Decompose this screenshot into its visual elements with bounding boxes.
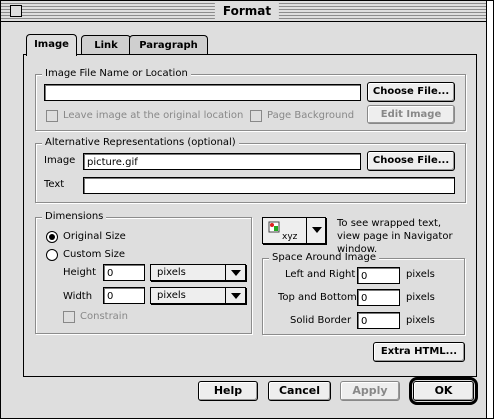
edit-image-button[interactable]: Edit Image (367, 105, 455, 124)
wrap-icon-text: xyz (282, 232, 298, 241)
alt-image-input[interactable]: picture.gif (83, 153, 361, 170)
page-background-label: Page Background (267, 110, 355, 121)
help-button[interactable]: Help (198, 381, 258, 401)
ok-button[interactable]: OK (413, 381, 474, 401)
choose-alt-image-button[interactable]: Choose File... (367, 151, 455, 171)
alt-text-input[interactable] (83, 177, 455, 194)
original-size-radio[interactable] (46, 231, 58, 243)
left-right-unit: pixels (406, 269, 435, 280)
dimensions-group-label: Dimensions (42, 211, 107, 223)
tab-paragraph[interactable]: Paragraph (129, 35, 208, 55)
width-unit-value: pixels (157, 290, 186, 301)
original-size-label: Original Size (63, 231, 126, 242)
chevron-down-icon (225, 288, 245, 303)
leave-image-checkbox[interactable] (46, 110, 58, 122)
height-input[interactable]: 0 (103, 264, 145, 281)
width-input[interactable]: 0 (103, 287, 145, 304)
height-unit-value: pixels (157, 267, 186, 278)
top-bottom-unit: pixels (406, 292, 435, 303)
close-box[interactable] (10, 5, 22, 17)
height-label: Height (63, 267, 97, 278)
page-background-checkbox[interactable] (250, 110, 262, 122)
image-file-input[interactable] (44, 84, 361, 101)
window-edge (486, 1, 493, 418)
top-bottom-label: Top and Bottom (278, 292, 357, 303)
window-title: Format (214, 3, 280, 19)
extra-html-button[interactable]: Extra HTML... (373, 342, 465, 362)
tab-link[interactable]: Link (81, 35, 131, 55)
apply-button[interactable]: Apply (340, 381, 400, 401)
custom-size-radio[interactable] (46, 249, 58, 261)
width-unit-select[interactable]: pixels (150, 287, 246, 304)
left-right-label: Left and Right (285, 269, 356, 280)
chevron-down-icon (225, 265, 245, 280)
constrain-checkbox[interactable] (63, 311, 75, 323)
text-wrap-popup[interactable]: xyz (262, 217, 326, 244)
popup-divider (306, 218, 307, 243)
title-bar[interactable]: Format (1, 1, 493, 22)
constrain-label: Constrain (80, 311, 128, 322)
space-around-group-label: Space Around Image (269, 252, 380, 264)
wrap-note: To see wrapped text, view page in Naviga… (337, 218, 453, 255)
leave-image-label: Leave image at the original location (63, 110, 244, 121)
choose-image-file-button[interactable]: Choose File... (367, 82, 455, 102)
chevron-down-icon (312, 227, 322, 233)
alt-image-label: Image (44, 155, 76, 166)
solid-border-label: Solid Border (290, 315, 352, 326)
tab-image[interactable]: Image (26, 34, 77, 56)
solid-border-input[interactable]: 0 (357, 312, 400, 329)
top-bottom-input[interactable]: 0 (357, 289, 400, 306)
width-label: Width (63, 291, 93, 302)
height-unit-select[interactable]: pixels (150, 264, 246, 281)
solid-border-unit: pixels (406, 315, 435, 326)
cancel-button[interactable]: Cancel (268, 381, 331, 401)
image-alignment-icon: xyz (268, 221, 298, 241)
custom-size-label: Custom Size (63, 249, 126, 260)
left-right-input[interactable]: 0 (357, 267, 400, 284)
alt-text-label: Text (44, 179, 65, 190)
format-dialog: Format Image Link Paragraph Image File N… (0, 0, 494, 419)
alternative-group-label: Alternative Representations (optional) (42, 137, 239, 149)
image-file-group-label: Image File Name or Location (42, 68, 191, 80)
